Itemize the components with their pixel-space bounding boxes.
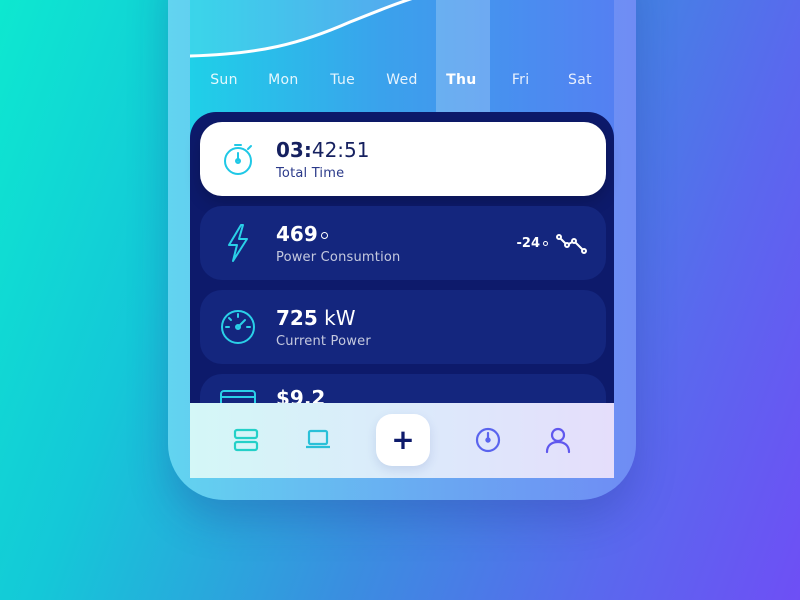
day-tab-wed[interactable]: Wed (376, 72, 428, 88)
lightning-icon (200, 223, 276, 263)
power-consumption-delta: -24 (517, 231, 589, 255)
day-tab-sun[interactable]: Sun (198, 72, 250, 88)
current-power-card[interactable]: 725 kW Current Power (200, 290, 606, 364)
stopwatch-icon (200, 141, 276, 177)
current-power-label: Current Power (276, 333, 371, 349)
total-time-card[interactable]: 03:42:51 Total Time (200, 122, 606, 196)
clock-icon[interactable] (470, 422, 506, 458)
power-consumption-card[interactable]: 469 Power Consumtion -24 (200, 206, 606, 280)
plus-icon: + (391, 423, 415, 456)
laptop-icon[interactable] (300, 422, 336, 458)
day-tab-tue[interactable]: Tue (317, 72, 369, 88)
power-consumption-label: Power Consumtion (276, 249, 401, 265)
total-time-label: Total Time (276, 165, 345, 181)
trend-line-icon (556, 234, 587, 254)
day-tab-thu[interactable]: Thu (435, 72, 487, 88)
list-icon[interactable] (228, 422, 264, 458)
weekday-selector: Sun Mon Tue Wed Thu Fri Sat (198, 72, 606, 88)
chart-wave-line (190, 0, 413, 58)
current-power-value: 725 kW (276, 305, 356, 330)
power-consumption-value: 469 (276, 222, 517, 246)
speedometer-icon (200, 307, 276, 347)
add-button[interactable]: + (376, 414, 430, 466)
user-icon[interactable] (540, 422, 576, 458)
day-tab-mon[interactable]: Mon (257, 72, 309, 88)
day-tab-fri[interactable]: Fri (495, 72, 547, 88)
total-time-value: 03:42:51 (276, 137, 370, 162)
bottom-navigation: + (190, 403, 614, 478)
day-tab-sat[interactable]: Sat (554, 72, 606, 88)
